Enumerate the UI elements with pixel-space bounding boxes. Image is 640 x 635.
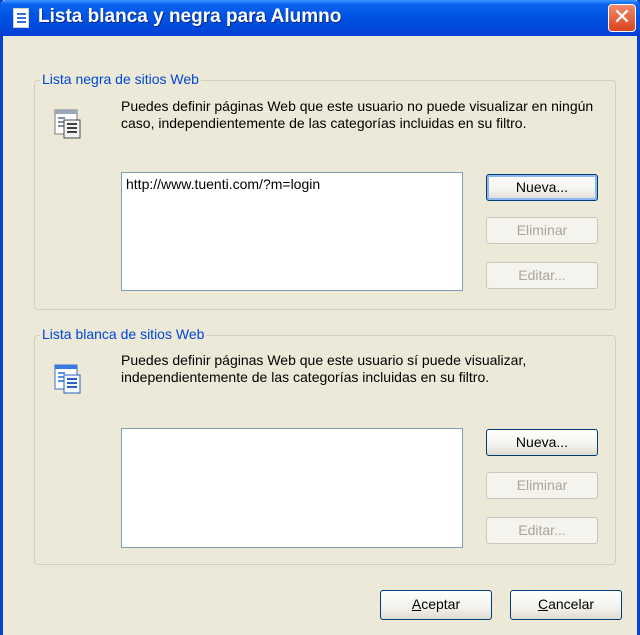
blacklist-edit-button[interactable]: Editar... — [486, 262, 598, 289]
accept-label: ceptar — [421, 596, 461, 612]
web-page-list-icon — [54, 364, 81, 394]
cancel-label: ancelar — [548, 596, 595, 612]
close-button[interactable]: ✕ — [608, 4, 636, 32]
cancel-button[interactable]: Cancelar — [510, 590, 622, 620]
whitelist-description: Puedes definir páginas Web que este usua… — [121, 352, 527, 385]
whitelist-legend: Lista blanca de sitios Web — [40, 326, 207, 342]
blacklist-new-button[interactable]: Nueva... — [486, 174, 598, 201]
dialog-window: Lista blanca y negra para Alumno ✕ Lista… — [0, 0, 640, 635]
blacklist-group: Lista negra de sitios Web Puedes definir… — [34, 71, 616, 310]
cancel-mnemonic: C — [537, 596, 549, 612]
whitelist-edit-button[interactable]: Editar... — [486, 517, 598, 544]
whitelist-listbox[interactable] — [121, 428, 463, 548]
blacklist-listbox[interactable]: http://www.tuenti.com/?m=login — [121, 172, 463, 291]
title-bar[interactable]: Lista blanca y negra para Alumno ✕ — [0, 0, 640, 36]
window-title: Lista blanca y negra para Alumno — [38, 6, 342, 27]
blacklist-legend: Lista negra de sitios Web — [40, 71, 201, 87]
blacklist-delete-button[interactable]: Eliminar — [486, 217, 598, 244]
whitelist-delete-button[interactable]: Eliminar — [486, 472, 598, 499]
document-icon — [13, 8, 29, 28]
whitelist-new-button[interactable]: Nueva... — [486, 429, 598, 456]
accept-button[interactable]: Aceptar — [380, 590, 492, 620]
list-item[interactable]: http://www.tuenti.com/?m=login — [126, 176, 458, 192]
blacklist-description: Puedes definir páginas Web que este usua… — [121, 98, 594, 131]
web-page-list-icon — [54, 109, 81, 139]
whitelist-group: Lista blanca de sitios Web Puedes defini… — [34, 326, 616, 565]
accept-mnemonic: A — [411, 596, 422, 612]
